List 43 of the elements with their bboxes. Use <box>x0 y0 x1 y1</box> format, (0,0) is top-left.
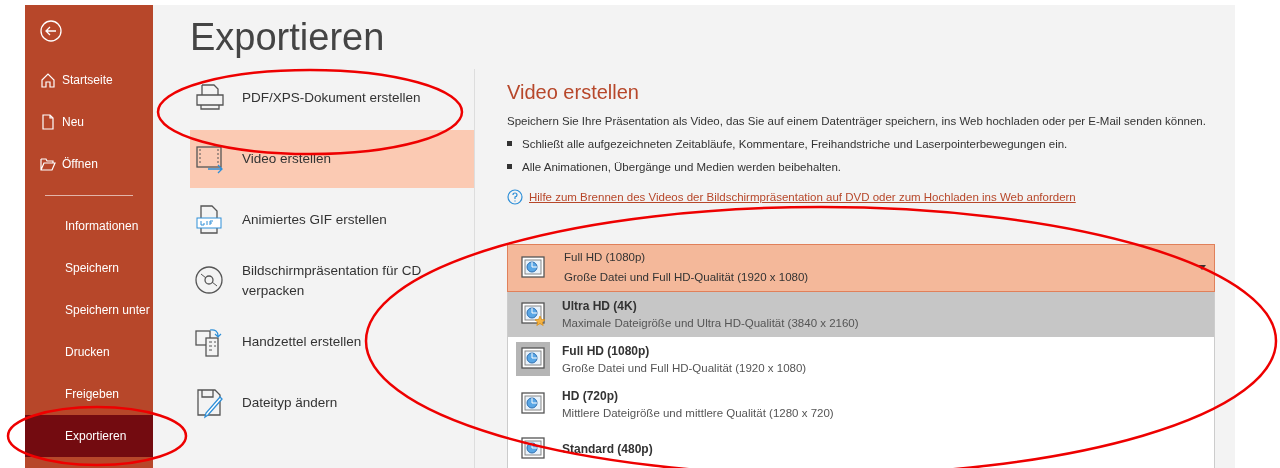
option-subtitle: Große Datei und Full HD-Qualität (1920 x 1080) <box>562 360 807 376</box>
option-title: HD (720p) <box>562 387 619 405</box>
sidebar-item[interactable]: Speichern <box>25 247 153 289</box>
dropdown-subtitle: Große Datei und Full HD-Qualität (1920 x 1080) <box>564 269 810 285</box>
quality-option[interactable]: Ultra HD (4K) Maximale Dateigröße und Ultra HD-Qualität (3840 x 2160) <box>508 291 1214 337</box>
option-title: Ultra HD (4K) <box>562 297 638 315</box>
sidebar-item[interactable]: Speichern unter <box>25 289 153 331</box>
section-title: Video erstellen <box>507 79 640 105</box>
disc-icon <box>194 264 226 297</box>
export-option[interactable]: Animiertes GIF erstellen <box>190 190 474 249</box>
home-icon <box>40 72 56 88</box>
folder-icon <box>40 156 56 172</box>
option-title: Full HD (1080p) <box>562 342 651 360</box>
export-option[interactable]: Bildschirmpräsentation für CD verpacken <box>190 251 474 310</box>
video-quality-icon <box>520 301 546 328</box>
bullet-text: Schließt alle aufgezeichneten Zeitabläufe, Kommentare, Freihandstriche und Laserpointerbewegungen ein. <box>522 137 1068 153</box>
sidebar-item[interactable]: Neu <box>25 101 153 143</box>
export-option[interactable]: Video erstellen <box>190 129 474 188</box>
quality-option[interactable]: HD (720p) Mittlere Dateigröße und mittlere Qualität (1280 x 720) <box>508 381 1214 427</box>
option-subtitle: Maximale Dateigröße und Ultra HD-Qualität (3840 x 2160) <box>562 315 859 331</box>
sidebar-item[interactable]: Freigeben <box>25 373 153 415</box>
option-title: Standard (480p) <box>562 441 653 459</box>
help-link[interactable]: Hilfe zum Brennen des Videos der Bildschirmpräsentation auf DVD oder zum Hochladen ins Web anfordern <box>529 188 1076 206</box>
dropdown-title: Full HD (1080p) <box>564 250 647 266</box>
document-icon <box>40 114 56 130</box>
sidebar-item[interactable]: Informationen <box>25 205 153 247</box>
export-option[interactable]: PDF/XPS-Dokument erstellen <box>190 68 474 127</box>
video-quality-icon <box>520 254 546 281</box>
description-text: Speichern Sie Ihre Präsentation als Video, das Sie auf einem Datenträger speichern, ins Web hochladen oder per E-Mail senden können. <box>507 113 1207 129</box>
quality-dropdown[interactable]: Full HD (1080p) Große Datei und Full HD-Qualität (1920 x 1080) <box>507 243 1215 292</box>
export-option[interactable]: Dateityp ändern <box>190 373 474 432</box>
option-subtitle: Mittlere Dateigröße und mittlere Qualität (1280 x 720) <box>562 405 834 421</box>
quality-option[interactable]: Full HD (1080p) Große Datei und Full HD-Qualität (1920 x 1080) <box>508 336 1214 382</box>
export-option[interactable]: Handzettel erstellen <box>190 312 474 371</box>
back-icon <box>40 20 62 42</box>
sidebar-item[interactable]: Exportieren <box>25 415 153 457</box>
sidebar-item[interactable]: Öffnen <box>25 143 153 185</box>
page-title: Exportieren <box>190 17 386 59</box>
sidebar-item[interactable]: Startseite <box>25 59 153 101</box>
sidebar-item[interactable]: Drucken <box>25 331 153 373</box>
help-icon <box>507 189 523 206</box>
bullet-text: Alle Animationen, Übergänge und Medien werden beibehalten. <box>522 160 842 176</box>
quality-option[interactable]: Standard (480p) <box>508 426 1214 468</box>
